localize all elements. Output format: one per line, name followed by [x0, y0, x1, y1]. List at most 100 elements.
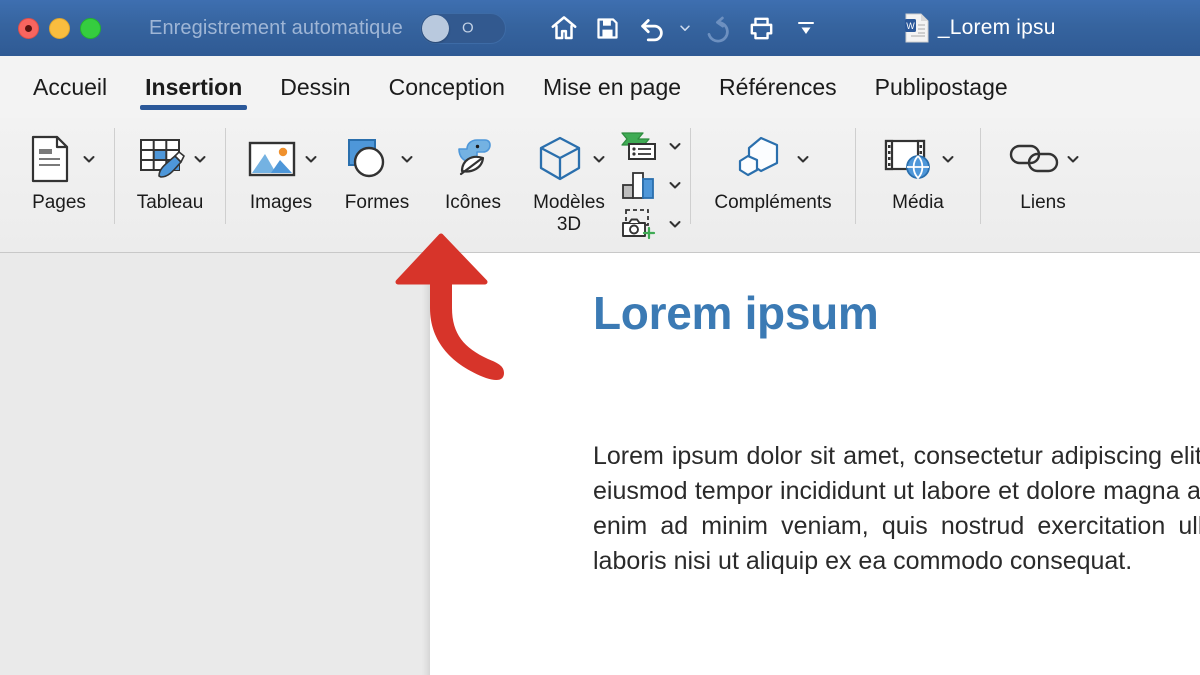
- redo-button[interactable]: [698, 8, 738, 48]
- ribbon-button-liens[interactable]: Liens: [988, 118, 1098, 214]
- smartart-dropdown-chevron-icon[interactable]: [667, 138, 683, 154]
- undo-dropdown-button[interactable]: [676, 8, 694, 48]
- chart-icon: [617, 168, 661, 202]
- ribbon-button-images[interactable]: Images: [233, 118, 329, 214]
- ribbon-group-liens: Liens: [981, 118, 1105, 252]
- ribbon-button-smartart[interactable]: [617, 126, 683, 165]
- minimize-window-button[interactable]: [49, 18, 70, 39]
- images-dropdown-chevron-icon[interactable]: [303, 151, 319, 167]
- tab-conception[interactable]: Conception: [370, 56, 524, 118]
- tab-accueil[interactable]: Accueil: [14, 56, 126, 118]
- ribbon-group-tableau: Tableau: [115, 118, 225, 252]
- addins-icon: [735, 130, 793, 188]
- modeles-3d-dropdown-chevron-icon[interactable]: [591, 151, 607, 167]
- document-body-paragraph: Lorem ipsum dolor sit amet, consectetur …: [593, 439, 1200, 579]
- formes-dropdown-chevron-icon[interactable]: [399, 151, 415, 167]
- screenshot-dropdown-chevron-icon[interactable]: [667, 216, 683, 232]
- home-icon: [549, 13, 579, 43]
- ribbon-tab-bar: Accueil Insertion Dessin Conception Mise…: [0, 56, 1200, 118]
- screenshot-icon: [617, 207, 661, 241]
- undo-icon: [637, 13, 667, 43]
- tab-label: Dessin: [280, 74, 350, 101]
- tab-dessin[interactable]: Dessin: [261, 56, 369, 118]
- ribbon-button-formes[interactable]: Formes: [329, 118, 425, 214]
- ribbon-button-label: Icônes: [445, 192, 501, 214]
- autosave-label: Enregistrement automatique: [149, 17, 403, 40]
- tab-label: Insertion: [145, 74, 242, 101]
- ribbon-button-label: Pages: [32, 192, 86, 214]
- ribbon-button-label: Liens: [1020, 192, 1065, 214]
- tab-label: Mise en page: [543, 74, 681, 101]
- save-button[interactable]: [588, 8, 628, 48]
- print-button[interactable]: [742, 8, 782, 48]
- tab-label: Publipostage: [875, 74, 1008, 101]
- ribbon-button-chart[interactable]: [617, 165, 683, 204]
- tableau-dropdown-chevron-icon[interactable]: [192, 151, 208, 167]
- links-icon: [1005, 130, 1063, 188]
- autosave-toggle-knob: [422, 15, 449, 42]
- ribbon-button-label: Compléments: [714, 192, 831, 214]
- icons-icon: [444, 130, 502, 188]
- complements-dropdown-chevron-icon[interactable]: [795, 151, 811, 167]
- document-title-text: _Lorem ipsu: [938, 16, 1056, 40]
- tab-references[interactable]: Références: [700, 56, 856, 118]
- autosave-toggle[interactable]: O: [420, 13, 506, 44]
- ribbon-button-label: Tableau: [137, 192, 204, 214]
- ribbon-group-media: Média: [856, 118, 980, 252]
- redo-icon: [703, 13, 733, 43]
- tab-publipostage[interactable]: Publipostage: [856, 56, 1027, 118]
- ribbon-button-label: Images: [250, 192, 312, 214]
- media-icon: [880, 130, 938, 188]
- ribbon-button-label: Média: [892, 192, 944, 214]
- tab-label: Références: [719, 74, 837, 101]
- zoom-window-button[interactable]: [80, 18, 101, 39]
- print-icon: [747, 14, 776, 43]
- liens-dropdown-chevron-icon[interactable]: [1065, 151, 1081, 167]
- svg-text:W: W: [906, 21, 915, 31]
- home-button[interactable]: [544, 8, 584, 48]
- ribbon-button-tableau[interactable]: Tableau: [122, 118, 218, 214]
- word-document-icon: W: [904, 13, 930, 43]
- quick-access-toolbar: [544, 8, 826, 48]
- ribbon-group-illustrations: Images Formes: [226, 118, 690, 252]
- ribbon-button-complements[interactable]: Compléments: [698, 118, 848, 214]
- autosave-state-label: O: [462, 20, 474, 37]
- ribbon-button-modeles-3d[interactable]: Modèles 3D: [521, 118, 617, 236]
- document-title[interactable]: W _Lorem ipsu: [904, 13, 1056, 43]
- pages-dropdown-chevron-icon[interactable]: [81, 151, 97, 167]
- document-page[interactable]: Lorem ipsum Lorem ipsum dolor sit amet, …: [430, 253, 1200, 675]
- tab-label: Conception: [389, 74, 505, 101]
- customize-toolbar-icon: [794, 16, 818, 40]
- shapes-icon: [339, 130, 397, 188]
- ribbon-button-icones[interactable]: Icônes: [425, 118, 521, 214]
- undo-button[interactable]: [632, 8, 672, 48]
- chevron-down-icon: [678, 21, 692, 35]
- tab-label: Accueil: [33, 74, 107, 101]
- three-d-models-icon: [531, 130, 589, 188]
- table-icon: [132, 130, 190, 188]
- ribbon-group-pages: Pages: [4, 118, 114, 252]
- tab-mise-en-page[interactable]: Mise en page: [524, 56, 700, 118]
- close-window-button[interactable]: [18, 18, 39, 39]
- smartart-icon: [617, 129, 661, 163]
- ribbon-button-label: Formes: [345, 192, 409, 214]
- ribbon-toolbar: Pages: [0, 118, 1200, 253]
- ribbon-stack-illustrations: [617, 118, 683, 243]
- pages-icon: [21, 130, 79, 188]
- ribbon-button-media[interactable]: Média: [863, 118, 973, 214]
- window-controls: [0, 18, 101, 39]
- ribbon-group-complements: Compléments: [691, 118, 855, 252]
- pictures-icon: [243, 130, 301, 188]
- document-workspace: Lorem ipsum Lorem ipsum dolor sit amet, …: [0, 253, 1200, 675]
- media-dropdown-chevron-icon[interactable]: [940, 151, 956, 167]
- word-application-window: Enregistrement automatique O: [0, 0, 1200, 675]
- document-heading: Lorem ipsum: [593, 286, 879, 340]
- save-icon: [594, 15, 621, 42]
- tab-insertion[interactable]: Insertion: [126, 56, 261, 118]
- chart-dropdown-chevron-icon[interactable]: [667, 177, 683, 193]
- title-bar: Enregistrement automatique O: [0, 0, 1200, 56]
- ribbon-button-label: Modèles 3D: [521, 192, 617, 236]
- ribbon-button-screenshot[interactable]: [617, 204, 683, 243]
- customize-toolbar-button[interactable]: [786, 8, 826, 48]
- ribbon-button-pages[interactable]: Pages: [11, 118, 107, 214]
